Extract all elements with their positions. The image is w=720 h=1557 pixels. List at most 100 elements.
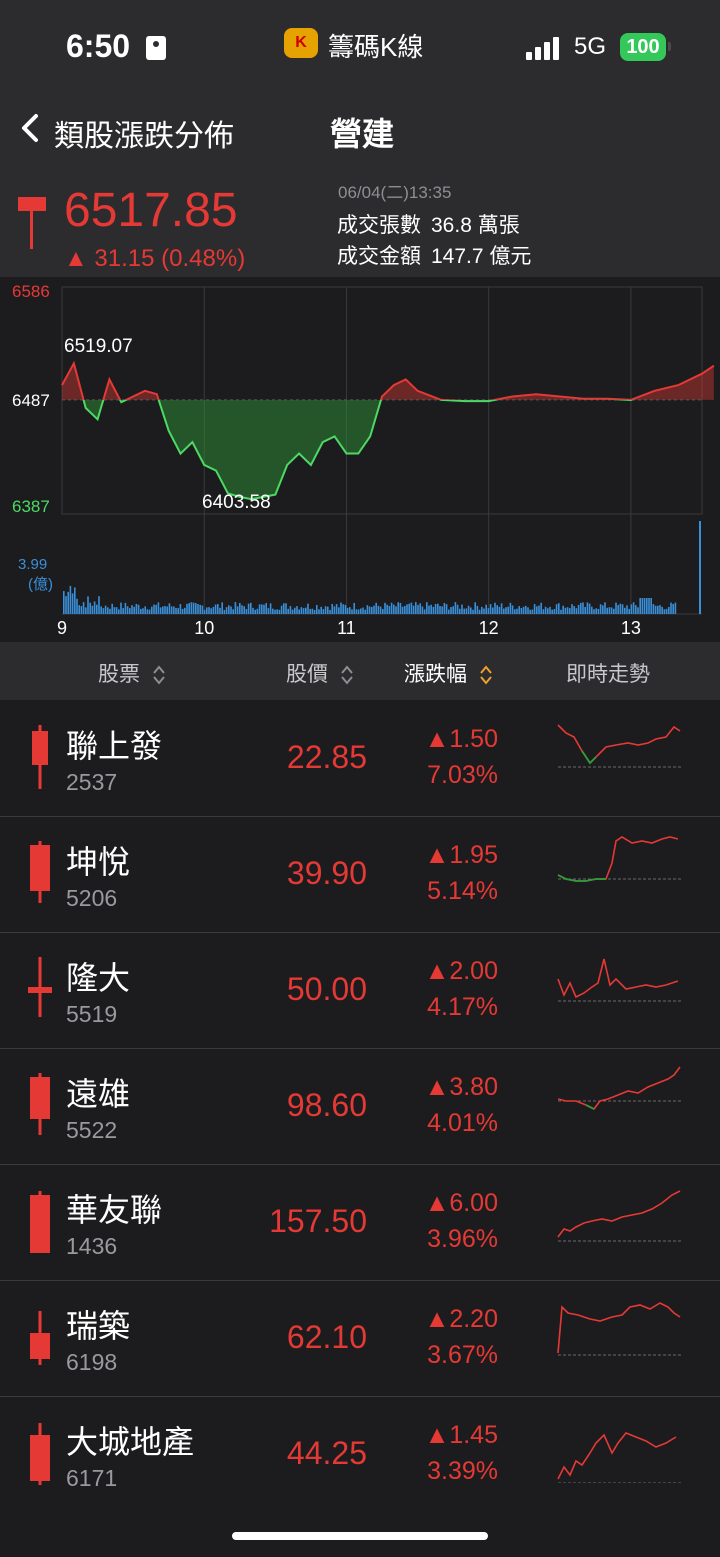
index-quote: 6517.85 ▲ 31.15 (0.48%) 06/04(二)13:35 成交…	[0, 165, 720, 277]
volume-bar	[316, 605, 318, 614]
volume-bar	[610, 607, 613, 614]
quote-datetime: 06/04(二)13:35	[338, 183, 452, 202]
volume-bar	[210, 608, 212, 614]
sort-by-change[interactable]: 漲跌幅	[404, 658, 493, 688]
volume-bar	[113, 607, 116, 614]
volume-bar	[148, 609, 151, 614]
stock-name: 大城地產	[66, 1424, 195, 1460]
stock-change-percent: 5.14%	[427, 877, 498, 905]
sort-by-price[interactable]: 股價	[286, 658, 354, 688]
stock-row[interactable]: 瑞築 6198 62.10 ▲2.20 3.67%	[0, 1281, 720, 1398]
status-time: 6:50	[66, 28, 131, 64]
stock-change-percent: 3.96%	[427, 1225, 498, 1253]
volume-bar	[74, 587, 76, 614]
home-indicator[interactable]	[232, 1532, 488, 1540]
intraday-chart-svg: 6586 6487 6387 6519.07 6403.58 3.99 (億) 9 10 11 12…	[12, 282, 715, 638]
volume-bar	[254, 609, 256, 614]
stock-code: 6198	[66, 1349, 118, 1375]
volume-bar	[569, 608, 571, 614]
volume-bar	[621, 604, 624, 614]
sort-icon	[341, 665, 353, 686]
stock-row[interactable]: 遠雄 5522 98.60 ▲3.80 4.01%	[0, 1049, 720, 1166]
area-above-reference	[62, 363, 714, 400]
stock-name: 遠雄	[66, 1076, 131, 1112]
volume-bar	[265, 603, 267, 614]
volume-bar	[551, 609, 553, 614]
volume-bar	[628, 608, 630, 614]
volume-bar	[377, 605, 380, 614]
volume-bar	[553, 608, 556, 614]
volume-bar	[533, 604, 536, 614]
network-type: 5G	[574, 33, 607, 60]
volume-bar	[283, 603, 285, 614]
sparkline	[557, 1066, 682, 1111]
stock-change-percent: 3.67%	[427, 1341, 498, 1369]
volume-bar	[137, 604, 140, 614]
volume-bar	[256, 608, 259, 614]
stock-change: ▲2.20	[424, 1305, 498, 1333]
volume-bar	[188, 603, 190, 614]
volume-bar	[344, 604, 347, 614]
volume-bar	[135, 603, 138, 614]
volume-bar	[531, 609, 534, 614]
volume-bar	[91, 605, 94, 614]
volume-bar	[217, 604, 219, 614]
stock-change: ▲2.00	[424, 957, 498, 985]
volume-bar	[335, 604, 338, 614]
volume-bar	[650, 598, 652, 614]
volume-bar	[267, 608, 270, 614]
volume-bar	[584, 606, 586, 614]
volume-bar	[311, 608, 314, 614]
volume-bar	[360, 608, 362, 614]
volume-bar	[558, 603, 560, 614]
stock-row[interactable]: 聯上發 2537 22.85 ▲1.50 7.03%	[0, 701, 720, 818]
app-logo-icon: K	[284, 28, 318, 58]
stock-row[interactable]: 坤悅 5206 39.90 ▲1.95 5.14%	[0, 817, 720, 934]
stock-change-percent: 3.39%	[427, 1457, 498, 1485]
volume-bar	[324, 606, 327, 614]
volume-bar	[199, 604, 201, 614]
volume-bar	[437, 603, 439, 614]
sparkline	[557, 958, 682, 1002]
volume-bar	[441, 606, 443, 614]
stock-code: 1436	[66, 1233, 118, 1259]
volume-bar	[379, 606, 382, 614]
volume-bar	[588, 603, 591, 614]
intraday-chart[interactable]: 6586 6487 6387 6519.07 6403.58 3.99 (億) 9 10 11 12…	[0, 277, 720, 642]
index-change: ▲ 31.15 (0.48%)	[64, 245, 246, 272]
stock-row[interactable]: 隆大 5519 50.00 ▲2.00 4.17%	[0, 933, 720, 1050]
volume-bar	[412, 605, 415, 614]
price-header-label: 股價	[286, 663, 328, 686]
candlestick-icon	[30, 841, 50, 903]
volume-bar	[195, 603, 197, 614]
list-header: 股票 股價 漲跌幅 即時走勢	[0, 642, 720, 700]
stock-row[interactable]: 華友聯 1436 157.50 ▲6.00 3.96%	[0, 1165, 720, 1282]
sort-by-stock[interactable]: 股票	[98, 658, 166, 688]
volume-bar	[214, 604, 217, 614]
volume-bar	[351, 609, 353, 614]
volume-bar	[483, 608, 485, 614]
back-button[interactable]: 類股漲跌分佈	[54, 111, 234, 155]
volume-bar	[294, 607, 296, 614]
volume-bar	[313, 609, 316, 614]
back-chevron-icon[interactable]	[18, 113, 48, 143]
volume-bar	[699, 521, 701, 614]
volume-bar	[665, 608, 668, 614]
volume-row: 成交張數 36.8 萬張	[337, 209, 520, 239]
volume-bar	[643, 598, 646, 614]
volume-bar	[346, 607, 349, 614]
volume-bar	[657, 605, 659, 614]
volume-bar	[285, 603, 287, 614]
volume-bar	[107, 607, 109, 614]
volume-bar	[261, 604, 263, 614]
volume-bar	[338, 607, 340, 614]
area-below-reference	[62, 399, 714, 500]
volume-bar	[487, 608, 490, 614]
sort-active-icon	[480, 665, 492, 686]
stock-price: 157.50	[269, 1203, 367, 1239]
volume-bar	[382, 609, 384, 614]
volume-bar	[637, 607, 639, 614]
volume-bar	[118, 609, 120, 614]
candlestick-icon	[18, 197, 46, 249]
amount-value: 147.7 億元	[431, 245, 532, 268]
